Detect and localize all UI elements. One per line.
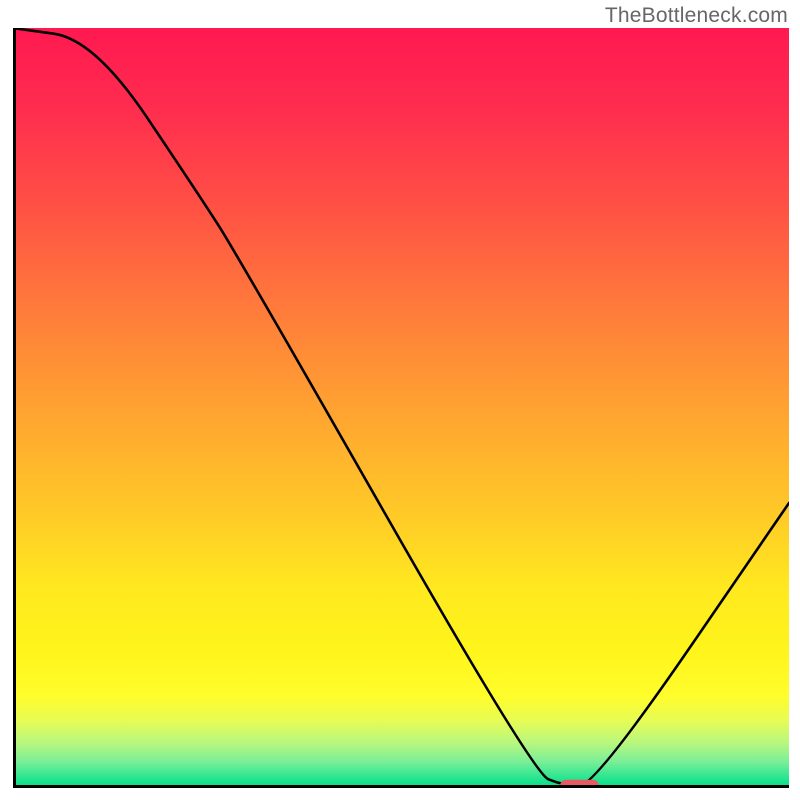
optimal-point-marker bbox=[560, 780, 599, 788]
watermark-text: TheBottleneck.com bbox=[605, 4, 788, 28]
plot-area bbox=[13, 28, 789, 788]
bottleneck-curve-svg bbox=[13, 28, 789, 788]
bottleneck-curve-path bbox=[13, 28, 789, 786]
chart-frame bbox=[13, 28, 789, 788]
